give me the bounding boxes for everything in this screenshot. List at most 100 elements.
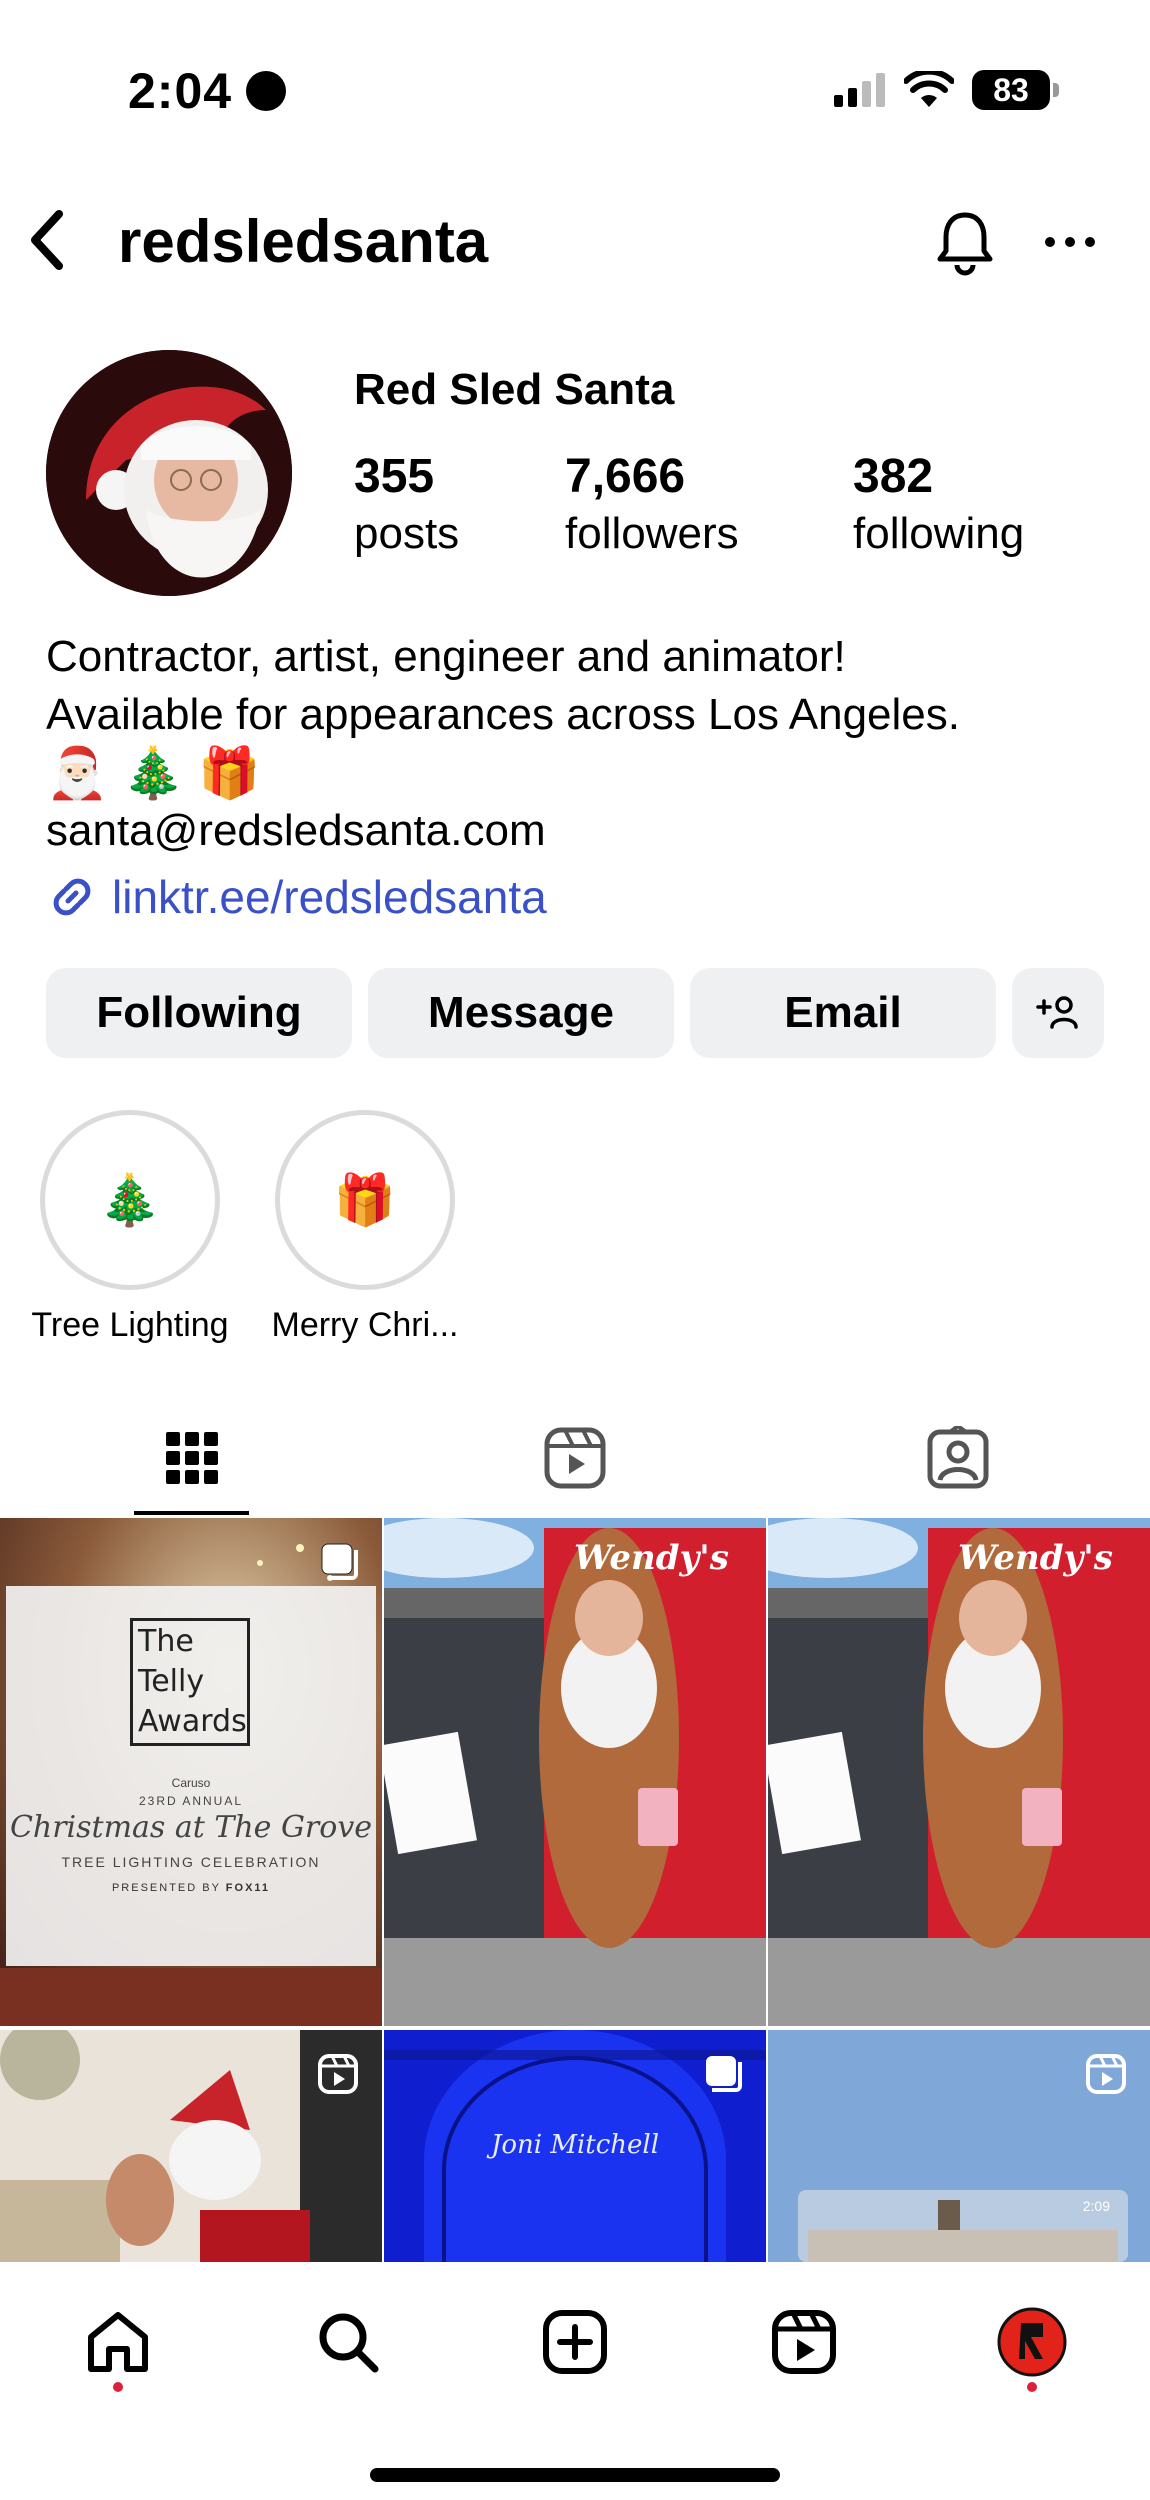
telly-subtitle: TREE LIGHTING CELEBRATION	[61, 1854, 321, 1870]
telly-title: Christmas at The Grove	[9, 1810, 373, 1845]
home-icon	[88, 2312, 148, 2372]
followers-count: 7,666	[565, 450, 686, 503]
reel-duration: 2:09	[1082, 2198, 1110, 2214]
posts-label: posts	[354, 508, 460, 558]
profile-display-name: Red Sled Santa	[354, 365, 675, 414]
back-button[interactable]	[22, 205, 72, 275]
posts-count: 355	[354, 450, 435, 503]
post-image	[768, 1518, 1150, 2026]
nav-profile[interactable]	[992, 2302, 1072, 2382]
post-image	[0, 1518, 382, 2026]
search-icon	[319, 2313, 379, 2373]
profile-header: redsledsanta	[0, 195, 1150, 285]
more-horizontal-icon	[1045, 237, 1095, 247]
reel-icon	[318, 2054, 358, 2094]
joni-signature: Joni Mitchell	[490, 2130, 660, 2160]
profile-notification-dot	[1027, 2382, 1037, 2392]
status-icons: 83	[834, 70, 1059, 110]
telly-presented-by: PRESENTED BY FOX11	[0, 1882, 382, 1894]
tab-tagged[interactable]	[766, 1400, 1149, 1515]
profile-bio: Contractor, artist, engineer and animato…	[46, 628, 1126, 860]
post-wendys-2[interactable]: Wendy's	[768, 1518, 1150, 2026]
suggest-users-button[interactable]	[1012, 968, 1104, 1058]
highlight-cover: 🎄	[52, 1122, 208, 1278]
message-button[interactable]: Message	[368, 968, 674, 1058]
following-count: 382	[853, 450, 934, 503]
grid-icon	[165, 1431, 218, 1484]
plus-square-icon	[543, 2310, 607, 2374]
highlight-merry-christmas[interactable]: 🎁 Merry Chri...	[272, 1110, 459, 1344]
post-telly-awards[interactable]: The Telly Awards Caruso 23RD ANNUAL Chri…	[0, 1518, 382, 2026]
bio-emoji: 🎅🏻 🎄 🎁	[46, 745, 261, 801]
telly-line-2: Telly	[138, 1664, 205, 1699]
tagged-person-icon	[927, 1425, 988, 1488]
nav-home[interactable]	[78, 2302, 158, 2382]
reels-icon	[772, 2310, 836, 2374]
wifi-icon	[904, 71, 954, 107]
bio-email[interactable]: santa@redsledsanta.com	[46, 802, 1126, 860]
header-username: redsledsanta	[118, 208, 489, 275]
nav-search[interactable]	[308, 2302, 388, 2382]
post-santa-visit[interactable]	[0, 2030, 382, 2262]
recording-dot-icon	[246, 71, 287, 111]
carousel-icon	[321, 1543, 358, 1580]
bio-line-2: Available for appearances across Los Ang…	[46, 690, 960, 739]
profile-actions: Following Message Email	[46, 968, 1104, 1058]
bottom-nav	[0, 2262, 1150, 2500]
followers-stat[interactable]: 7,666 followers	[565, 448, 739, 561]
status-bar: 2:04 83	[0, 0, 1150, 180]
tab-reels[interactable]	[383, 1400, 766, 1515]
telly-logo: The Telly Awards	[138, 1622, 247, 1742]
post-joni-mitchell[interactable]: Joni Mitchell	[384, 2030, 766, 2262]
post-wendys-1[interactable]: Wendy's	[384, 1518, 766, 2026]
following-button[interactable]: Following	[46, 968, 352, 1058]
followers-label: followers	[565, 508, 739, 558]
highlight-label: Tree Lighting	[31, 1306, 229, 1344]
status-time-text: 2:04	[128, 63, 233, 119]
post-city-reel[interactable]: 2:09	[768, 2030, 1150, 2262]
telly-annual: 23RD ANNUAL	[138, 1794, 244, 1808]
bell-icon	[937, 212, 993, 276]
more-options-button[interactable]	[1040, 207, 1100, 277]
highlight-tree-lighting[interactable]: 🎄 Tree Lighting	[31, 1110, 229, 1344]
notifications-button[interactable]	[930, 207, 1000, 277]
cellular-signal-icon	[834, 73, 885, 107]
telly-line-3: Awards	[138, 1704, 247, 1739]
home-indicator	[370, 2468, 780, 2482]
profile-tabs	[0, 1400, 1150, 1515]
reel-icon	[1086, 2054, 1126, 2094]
telly-line-1: The	[138, 1624, 194, 1659]
nav-reels[interactable]	[764, 2302, 844, 2382]
telly-sponsor: FOX11	[225, 1882, 271, 1894]
battery-level: 83	[993, 71, 1029, 108]
profile-avatar-icon	[997, 2307, 1067, 2377]
email-button[interactable]: Email	[690, 968, 996, 1058]
tab-grid[interactable]	[0, 1400, 383, 1515]
highlight-label: Merry Chri...	[271, 1306, 459, 1344]
wendys-sign: Wendy's	[574, 1538, 729, 1578]
wendys-sign: Wendy's	[958, 1538, 1113, 1578]
highlight-ring: 🎄	[40, 1110, 220, 1290]
santa-avatar-image	[46, 350, 292, 596]
tab-active-indicator	[134, 1511, 249, 1515]
chevron-left-icon	[31, 210, 63, 270]
highlight-cover: 🎁	[287, 1122, 443, 1278]
following-label: following	[853, 508, 1025, 558]
carousel-icon	[706, 2056, 742, 2092]
home-notification-dot	[113, 2382, 123, 2392]
highlight-ring: 🎁	[275, 1110, 455, 1290]
profile-link[interactable]: linktr.ee/redsledsanta	[46, 870, 547, 924]
following-stat[interactable]: 382 following	[853, 448, 1024, 561]
battery-icon: 83	[972, 70, 1059, 110]
telly-presented: PRESENTED BY	[111, 1882, 221, 1894]
nav-create[interactable]	[535, 2302, 615, 2382]
post-image	[384, 1518, 766, 2026]
bio-line-1: Contractor, artist, engineer and animato…	[46, 632, 846, 681]
add-person-icon	[1036, 996, 1078, 1029]
posts-stat[interactable]: 355 posts	[354, 448, 459, 561]
profile-avatar[interactable]	[46, 350, 292, 596]
profile-link-text: linktr.ee/redsledsanta	[112, 871, 547, 923]
status-time: 2:04	[128, 62, 287, 120]
telly-small: Caruso	[171, 1776, 211, 1790]
reels-icon	[544, 1427, 605, 1488]
